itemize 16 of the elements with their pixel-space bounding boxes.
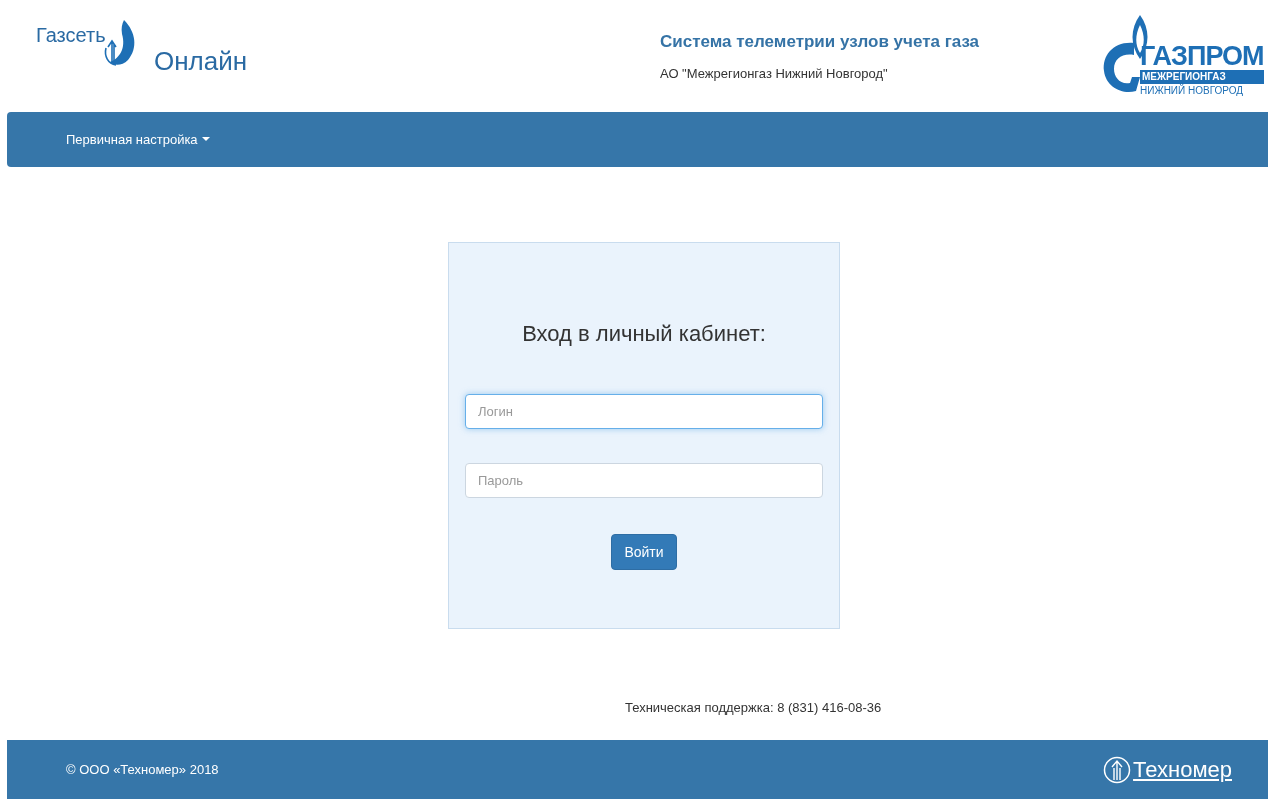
- copyright-text: © ООО «Техномер» 2018: [66, 762, 219, 777]
- support-phone: Техническая поддержка: 8 (831) 416-08-36: [625, 700, 882, 715]
- logo-text: Онлайн: [154, 46, 248, 77]
- password-field[interactable]: Пароль: [465, 463, 823, 498]
- system-title: Система телеметрии узлов учета газа: [660, 31, 981, 52]
- logo-text: Газсеть: [36, 24, 106, 47]
- login-button[interactable]: Войти: [611, 534, 677, 570]
- company-name: АО "Межрегионгаз Нижний Новгород": [660, 65, 889, 81]
- logo-text: ГАЗПРОМ: [1140, 42, 1264, 70]
- logo-text: Техномер: [1133, 756, 1232, 783]
- login-title: Вход в личный кабинет:: [522, 321, 766, 347]
- logo-text: НИЖНИЙ НОВГОРОД: [1140, 84, 1245, 97]
- login-field[interactable]: Логин: [465, 394, 823, 429]
- menu-dropdown[interactable]: Первичная настройка: [66, 132, 210, 147]
- arrow-circle-logo-icon: [1103, 755, 1132, 784]
- logo-text: МЕЖРЕГИОНГАЗ: [1140, 70, 1264, 84]
